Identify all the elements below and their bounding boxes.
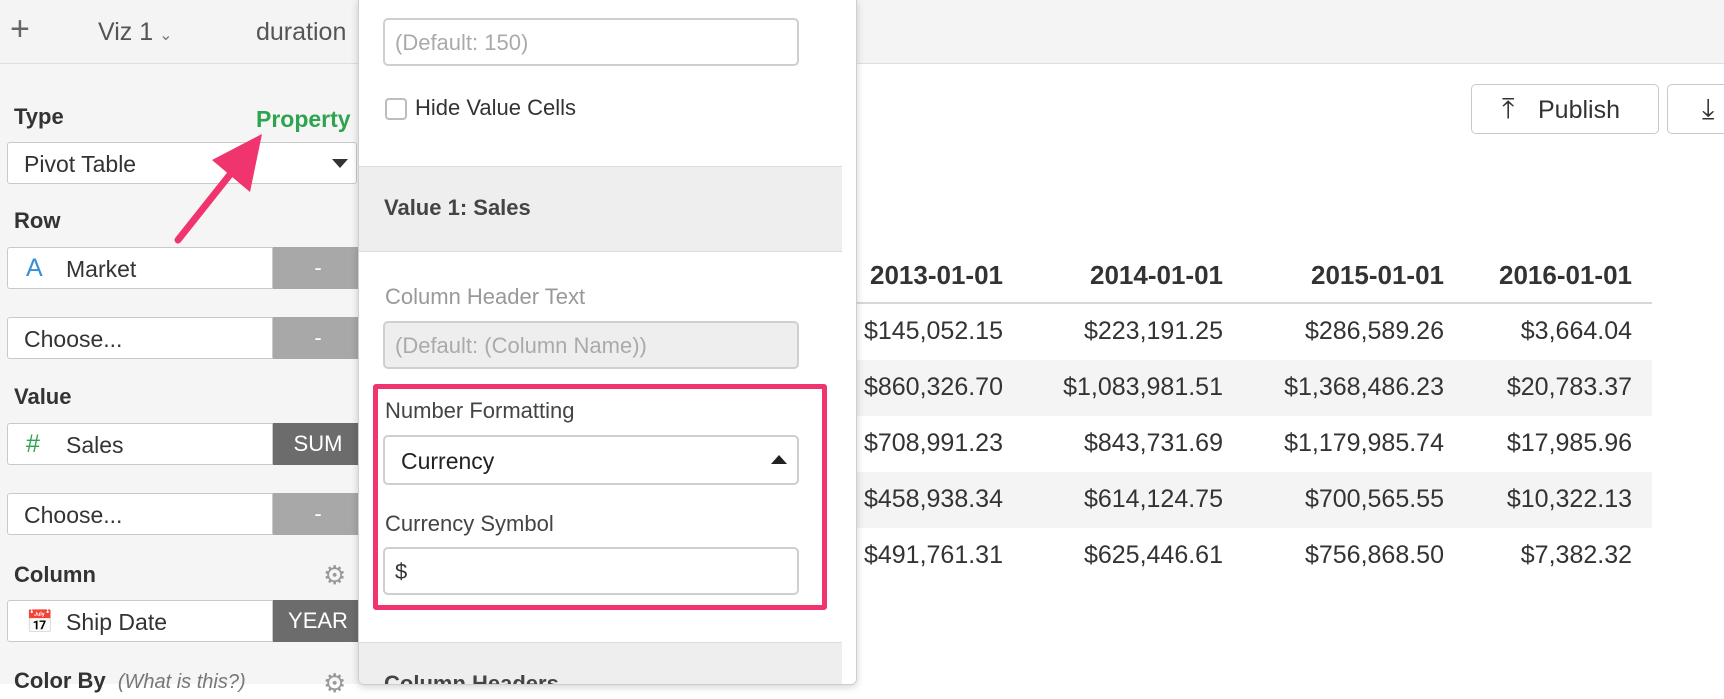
table-cell: $3,664.04	[1520, 317, 1632, 345]
column-header[interactable]: 2016-01-01	[1455, 260, 1632, 291]
row-field-label: Market	[66, 256, 137, 282]
table-row: $491,761.31 $625,446.61 $756,868.50 $7,3…	[855, 528, 1652, 584]
column-header-text-label: Column Header Text	[385, 284, 586, 309]
table-cell: $1,368,486.23	[1284, 373, 1444, 401]
publish-button[interactable]: ⤒ Publish	[1471, 84, 1659, 134]
value-section-title: Value 1: Sales	[384, 195, 531, 220]
hide-value-cells-row[interactable]: Hide Value Cells	[385, 95, 576, 121]
table-cell: $614,124.75	[1083, 485, 1223, 513]
table-cell: $7,382.32	[1520, 541, 1632, 569]
value-choose-label: Choose...	[24, 502, 123, 528]
color-by-help-link[interactable]: (What is this?)	[118, 671, 246, 693]
table-cell: $223,191.25	[1083, 317, 1223, 345]
value-choose-field[interactable]: Choose...	[7, 493, 273, 535]
column-header[interactable]: 2014-01-01	[1015, 260, 1223, 291]
value-field[interactable]: # Sales	[7, 423, 273, 465]
table-cell: $1,083,981.51	[1063, 373, 1223, 401]
download-button[interactable]: ⤓	[1667, 84, 1724, 134]
color-by-label: Color By (What is this?)	[14, 668, 246, 694]
column-field-label: Ship Date	[66, 609, 168, 635]
property-link[interactable]: Property	[256, 106, 351, 133]
column-agg-button[interactable]: YEAR	[273, 600, 363, 642]
row-field[interactable]: A Market	[7, 247, 273, 289]
chart-type-value: Pivot Table	[24, 151, 137, 177]
row-choose-label: Choose...	[24, 326, 123, 352]
table-cell: $843,731.69	[1083, 429, 1223, 457]
tab-duration[interactable]: duration	[256, 18, 346, 47]
column-header[interactable]: 2013-01-01	[855, 260, 1003, 291]
text-type-icon: A	[26, 254, 43, 282]
hide-value-cells-checkbox[interactable]	[385, 98, 407, 121]
property-popup: (Default: 150) Hide Value Cells Value 1:…	[358, 0, 857, 685]
column-header-text-input[interactable]: (Default: (Column Name))	[383, 321, 799, 369]
top-bar: + Viz 1 ⌄ duration	[0, 0, 1724, 64]
type-label: Type	[14, 104, 64, 129]
table-cell: $17,985.96	[1506, 429, 1632, 457]
table-row: $708,991.23 $843,731.69 $1,179,985.74 $1…	[855, 416, 1652, 472]
table-row: $860,326.70 $1,083,981.51 $1,368,486.23 …	[855, 360, 1652, 416]
table-row: $145,052.15 $223,191.25 $286,589.26 $3,6…	[855, 304, 1652, 360]
calendar-icon: 📅	[26, 609, 54, 634]
row-agg-button[interactable]: -	[273, 247, 363, 289]
column-header[interactable]: 2015-01-01	[1235, 260, 1444, 291]
row-label: Row	[14, 208, 61, 233]
value-label: Value	[14, 384, 72, 409]
table-header-row: 2013-01-01 2014-01-01 2015-01-01 2016-01…	[855, 252, 1652, 304]
tab-viz1-label: Viz 1	[98, 18, 154, 46]
value-section-header: Value 1: Sales	[359, 166, 842, 252]
column-headers-section-title: Column Headers	[384, 671, 559, 685]
table-cell: $145,052.15	[863, 317, 1003, 345]
tab-viz1[interactable]: Viz 1 ⌄	[98, 18, 173, 47]
table-cell: $860,326.70	[863, 373, 1003, 401]
gear-icon[interactable]: ⚙	[323, 560, 346, 591]
table-cell: $708,991.23	[863, 429, 1003, 457]
table-cell: $10,322.13	[1506, 485, 1632, 513]
table-cell: $756,868.50	[1304, 541, 1444, 569]
value-field-label: Sales	[66, 432, 124, 458]
value-agg-button[interactable]: SUM	[273, 423, 363, 465]
download-icon: ⤓	[1702, 93, 1715, 124]
hide-value-cells-label: Hide Value Cells	[415, 95, 577, 120]
pointer-arrow	[174, 134, 262, 244]
caret-down-icon	[332, 159, 348, 168]
upload-icon: ⤒	[1502, 93, 1515, 124]
table-cell: $286,589.26	[1304, 317, 1444, 345]
chevron-down-icon[interactable]: ⌄	[159, 27, 172, 44]
row-choose-agg-button[interactable]: -	[273, 317, 363, 359]
highlight-box	[373, 384, 827, 610]
table-cell: $1,179,985.74	[1284, 429, 1444, 457]
table-cell: $625,446.61	[1083, 541, 1223, 569]
column-label: Column	[14, 562, 96, 587]
table-cell: $458,938.34	[863, 485, 1003, 513]
value-choose-agg-button[interactable]: -	[273, 493, 363, 535]
table-cell: $491,761.31	[863, 541, 1003, 569]
publish-label: Publish	[1538, 96, 1620, 124]
color-by-text: Color By	[14, 668, 106, 693]
table-cell: $20,783.37	[1506, 373, 1632, 401]
tab-duration-label: duration	[256, 18, 347, 46]
row-choose-field[interactable]: Choose...	[7, 317, 273, 359]
width-input[interactable]: (Default: 150)	[383, 18, 799, 66]
add-tab-icon[interactable]: +	[10, 12, 30, 46]
table-cell: $700,565.55	[1304, 485, 1444, 513]
number-type-icon: #	[26, 430, 40, 458]
column-headers-section-header: Column Headers	[359, 642, 842, 685]
column-field[interactable]: 📅 Ship Date	[7, 600, 273, 642]
table-row: $458,938.34 $614,124.75 $700,565.55 $10,…	[855, 472, 1652, 528]
